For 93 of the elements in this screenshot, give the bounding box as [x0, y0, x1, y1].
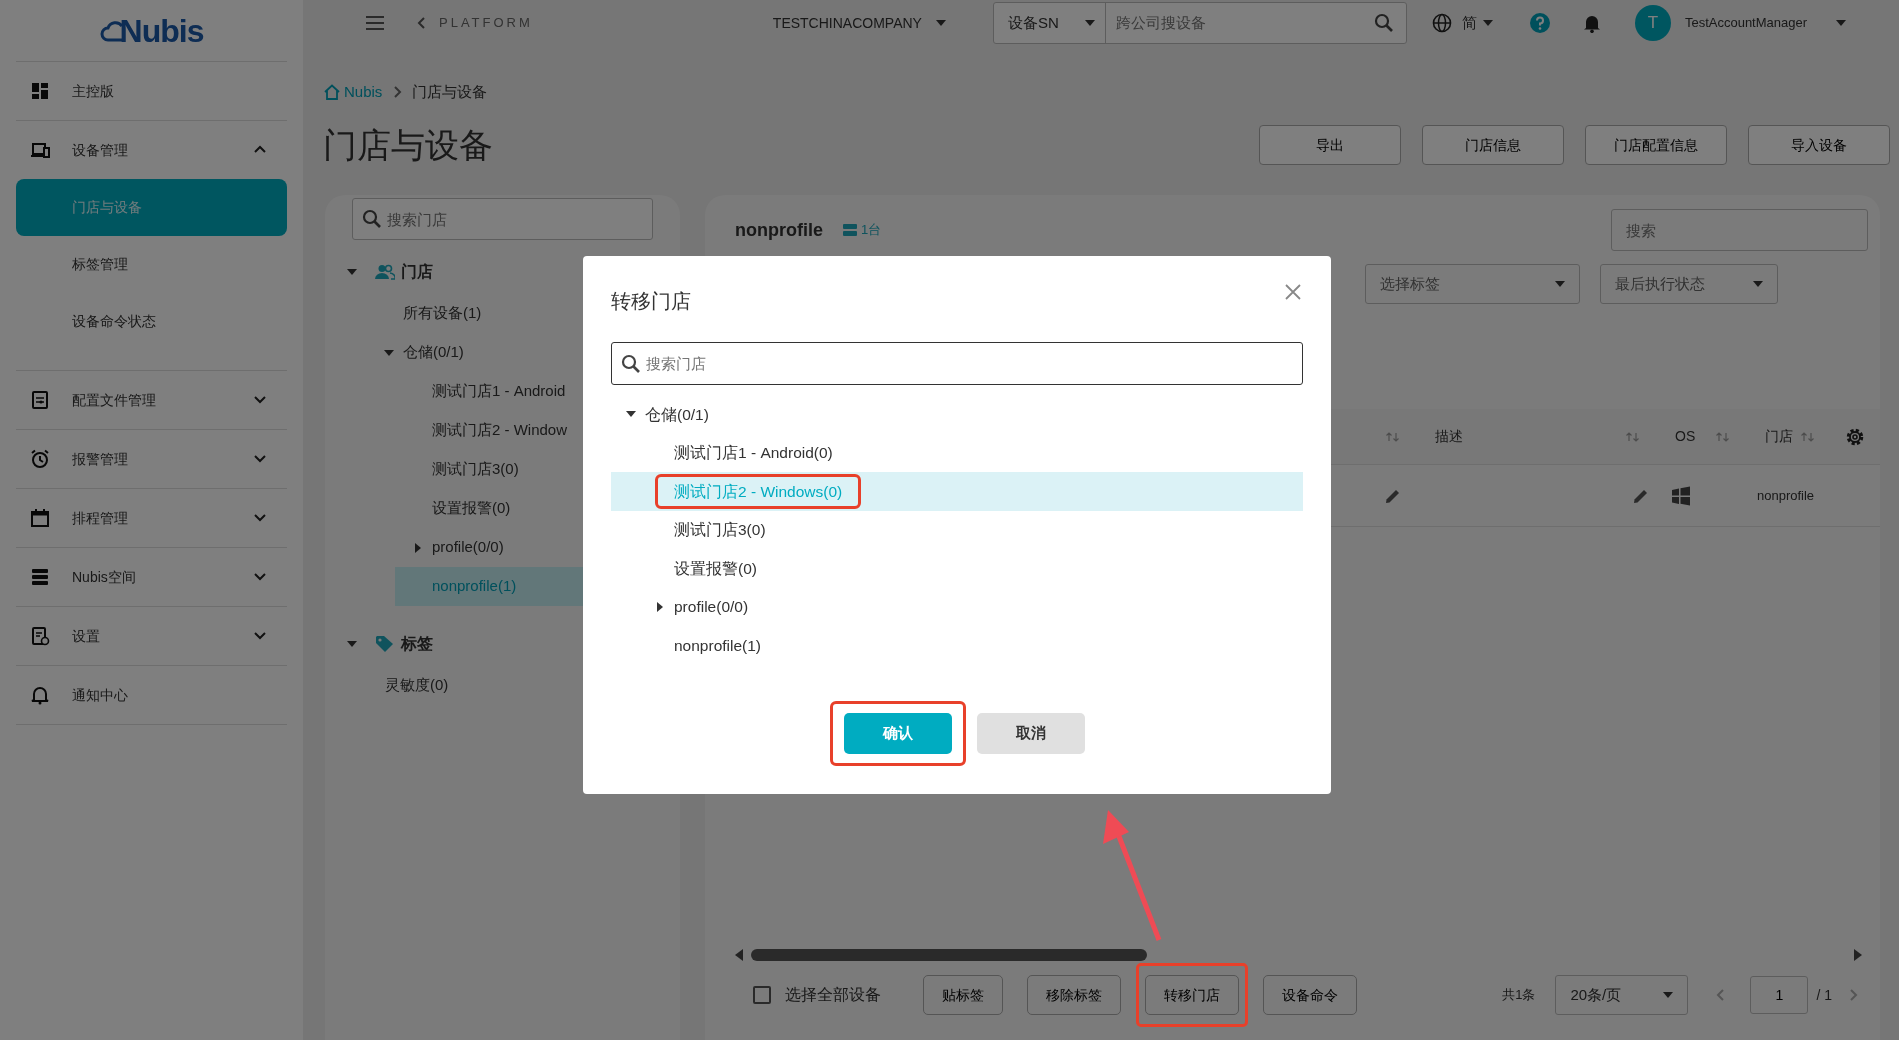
- sidebar-item[interactable]: 配置文件管理: [16, 371, 287, 429]
- pencil-icon[interactable]: [1633, 487, 1649, 504]
- section-title[interactable]: 标签: [401, 632, 433, 656]
- settings-document-icon: [30, 626, 50, 646]
- tree-item[interactable]: 仓储(0/1): [611, 395, 1303, 434]
- server-icon: [30, 567, 50, 587]
- tag-icon: [375, 635, 395, 653]
- sidebar-subitem[interactable]: 设备命令状态: [16, 293, 287, 350]
- tree-item[interactable]: 测试门店3(0): [325, 450, 583, 489]
- tree-item[interactable]: 测试门店1 - Android: [325, 372, 583, 411]
- tree-item[interactable]: nonprofile(1): [611, 626, 1303, 665]
- tree-item[interactable]: 测试门店3(0): [611, 510, 1303, 549]
- user-name[interactable]: TestAccountManager: [1684, 13, 1808, 33]
- bell-icon[interactable]: [1582, 13, 1601, 33]
- column-header[interactable]: 描述: [1435, 426, 1463, 447]
- bell-icon: [30, 685, 50, 705]
- globe-icon[interactable]: [1431, 13, 1452, 33]
- settings-icon[interactable]: [1845, 426, 1865, 447]
- page-size-select[interactable]: 20条/页: [1555, 975, 1689, 1015]
- column-header[interactable]: 门店: [1765, 426, 1793, 447]
- server-icon: [843, 224, 857, 236]
- filter-select[interactable]: 最后执行状态: [1600, 264, 1778, 304]
- dashboard-icon: [30, 81, 50, 101]
- page-title: 门店与设备: [323, 124, 493, 166]
- sidebar-item[interactable]: 报警管理: [16, 430, 287, 488]
- calendar-icon: [30, 508, 50, 528]
- sidebar-item[interactable]: 设置: [16, 607, 287, 665]
- section-title[interactable]: 门店: [401, 260, 433, 284]
- search-field[interactable]: 搜索: [1611, 209, 1868, 251]
- sidebar-item[interactable]: 通知中心: [16, 666, 287, 724]
- windows-icon: [1671, 485, 1691, 506]
- search-icon: [1373, 13, 1394, 33]
- checkbox[interactable]: [753, 986, 771, 1004]
- page-count: / 1: [1816, 985, 1832, 1005]
- search-icon: [621, 353, 641, 374]
- tree-item[interactable]: 仓储(0/1): [325, 333, 583, 372]
- action-button[interactable]: 设备命令: [1263, 975, 1357, 1015]
- search-icon: [362, 209, 382, 229]
- tree-item[interactable]: 测试门店1 - Android(0): [611, 433, 1303, 472]
- home-icon: [323, 84, 341, 100]
- devices-icon: [30, 140, 50, 160]
- scroll-right-icon[interactable]: [1854, 949, 1862, 961]
- action-button[interactable]: 移除标签: [1027, 975, 1121, 1015]
- search-field[interactable]: 设备SN 跨公司搜设备: [992, 2, 1407, 44]
- action-button[interactable]: 转移门店: [1145, 975, 1239, 1015]
- back-link[interactable]: PLATFORM: [439, 13, 533, 33]
- sidebar-subitem[interactable]: 标签管理: [16, 236, 287, 293]
- caret-icon[interactable]: [655, 601, 665, 612]
- breadcrumb-current: 门店与设备: [412, 81, 488, 102]
- people-icon: [375, 264, 395, 280]
- search-field[interactable]: 搜索门店: [611, 342, 1303, 385]
- document-icon: [30, 390, 50, 410]
- tree-item[interactable]: 所有设备(1): [325, 294, 583, 333]
- pencil-icon[interactable]: [1385, 487, 1401, 504]
- checkbox-label[interactable]: 选择全部设备: [785, 983, 881, 1007]
- alarm-clock-icon: [30, 449, 50, 469]
- tree-item[interactable]: 设置报警(0): [325, 489, 583, 528]
- page-input[interactable]: 1: [1750, 976, 1809, 1014]
- action-button[interactable]: 导出: [1259, 125, 1401, 165]
- action-button[interactable]: 门店配置信息: [1585, 125, 1727, 165]
- search-scope[interactable]: 设备SN: [1007, 11, 1059, 35]
- help-icon[interactable]: [1528, 12, 1551, 34]
- search-field[interactable]: 搜索门店: [352, 198, 653, 240]
- highlight-box: 测试门店2 - Windows(0): [655, 473, 862, 509]
- tree-item[interactable]: 灵敏度(0): [325, 666, 583, 705]
- menu-icon[interactable]: [365, 15, 385, 31]
- filter-select[interactable]: 选择标签: [1365, 264, 1580, 304]
- language-selector[interactable]: 简: [1461, 11, 1477, 35]
- action-button[interactable]: 导入设备: [1748, 125, 1890, 165]
- tree-item[interactable]: 测试门店2 - Windows(0): [611, 472, 1303, 511]
- tree-item[interactable]: 设置报警(0): [611, 549, 1303, 588]
- tree-item[interactable]: profile(0/0): [325, 528, 583, 567]
- tree-item[interactable]: profile(0/0): [611, 587, 1303, 626]
- logo-text: Nubis: [119, 11, 204, 51]
- device-count: 1台: [861, 221, 882, 240]
- dialog-title: 转移门店: [611, 289, 691, 314]
- confirm-button[interactable]: 确认: [843, 713, 952, 754]
- cancel-button[interactable]: 取消: [976, 713, 1085, 754]
- table-cell-text: nonprofile: [1757, 486, 1815, 505]
- action-button[interactable]: 门店信息: [1422, 125, 1564, 165]
- scroll-left-icon[interactable]: [735, 949, 743, 961]
- sidebar-item[interactable]: Nubis空间: [16, 548, 287, 606]
- panel-title: nonprofile: [735, 218, 823, 242]
- sidebar-item[interactable]: 主控版: [16, 62, 287, 120]
- action-button[interactable]: 贴标签: [923, 975, 1003, 1015]
- column-header[interactable]: OS: [1675, 426, 1696, 447]
- company-name[interactable]: TESTCHINACOMPANY: [772, 12, 922, 34]
- close-icon[interactable]: [1285, 284, 1301, 300]
- sidebar-item[interactable]: 排程管理: [16, 489, 287, 547]
- scrollbar-thumb[interactable]: [751, 949, 1147, 961]
- total-count: 共1条: [1502, 986, 1536, 1005]
- tree-item[interactable]: 测试门店2 - Window: [325, 411, 583, 450]
- sidebar-item[interactable]: 设备管理: [16, 121, 287, 179]
